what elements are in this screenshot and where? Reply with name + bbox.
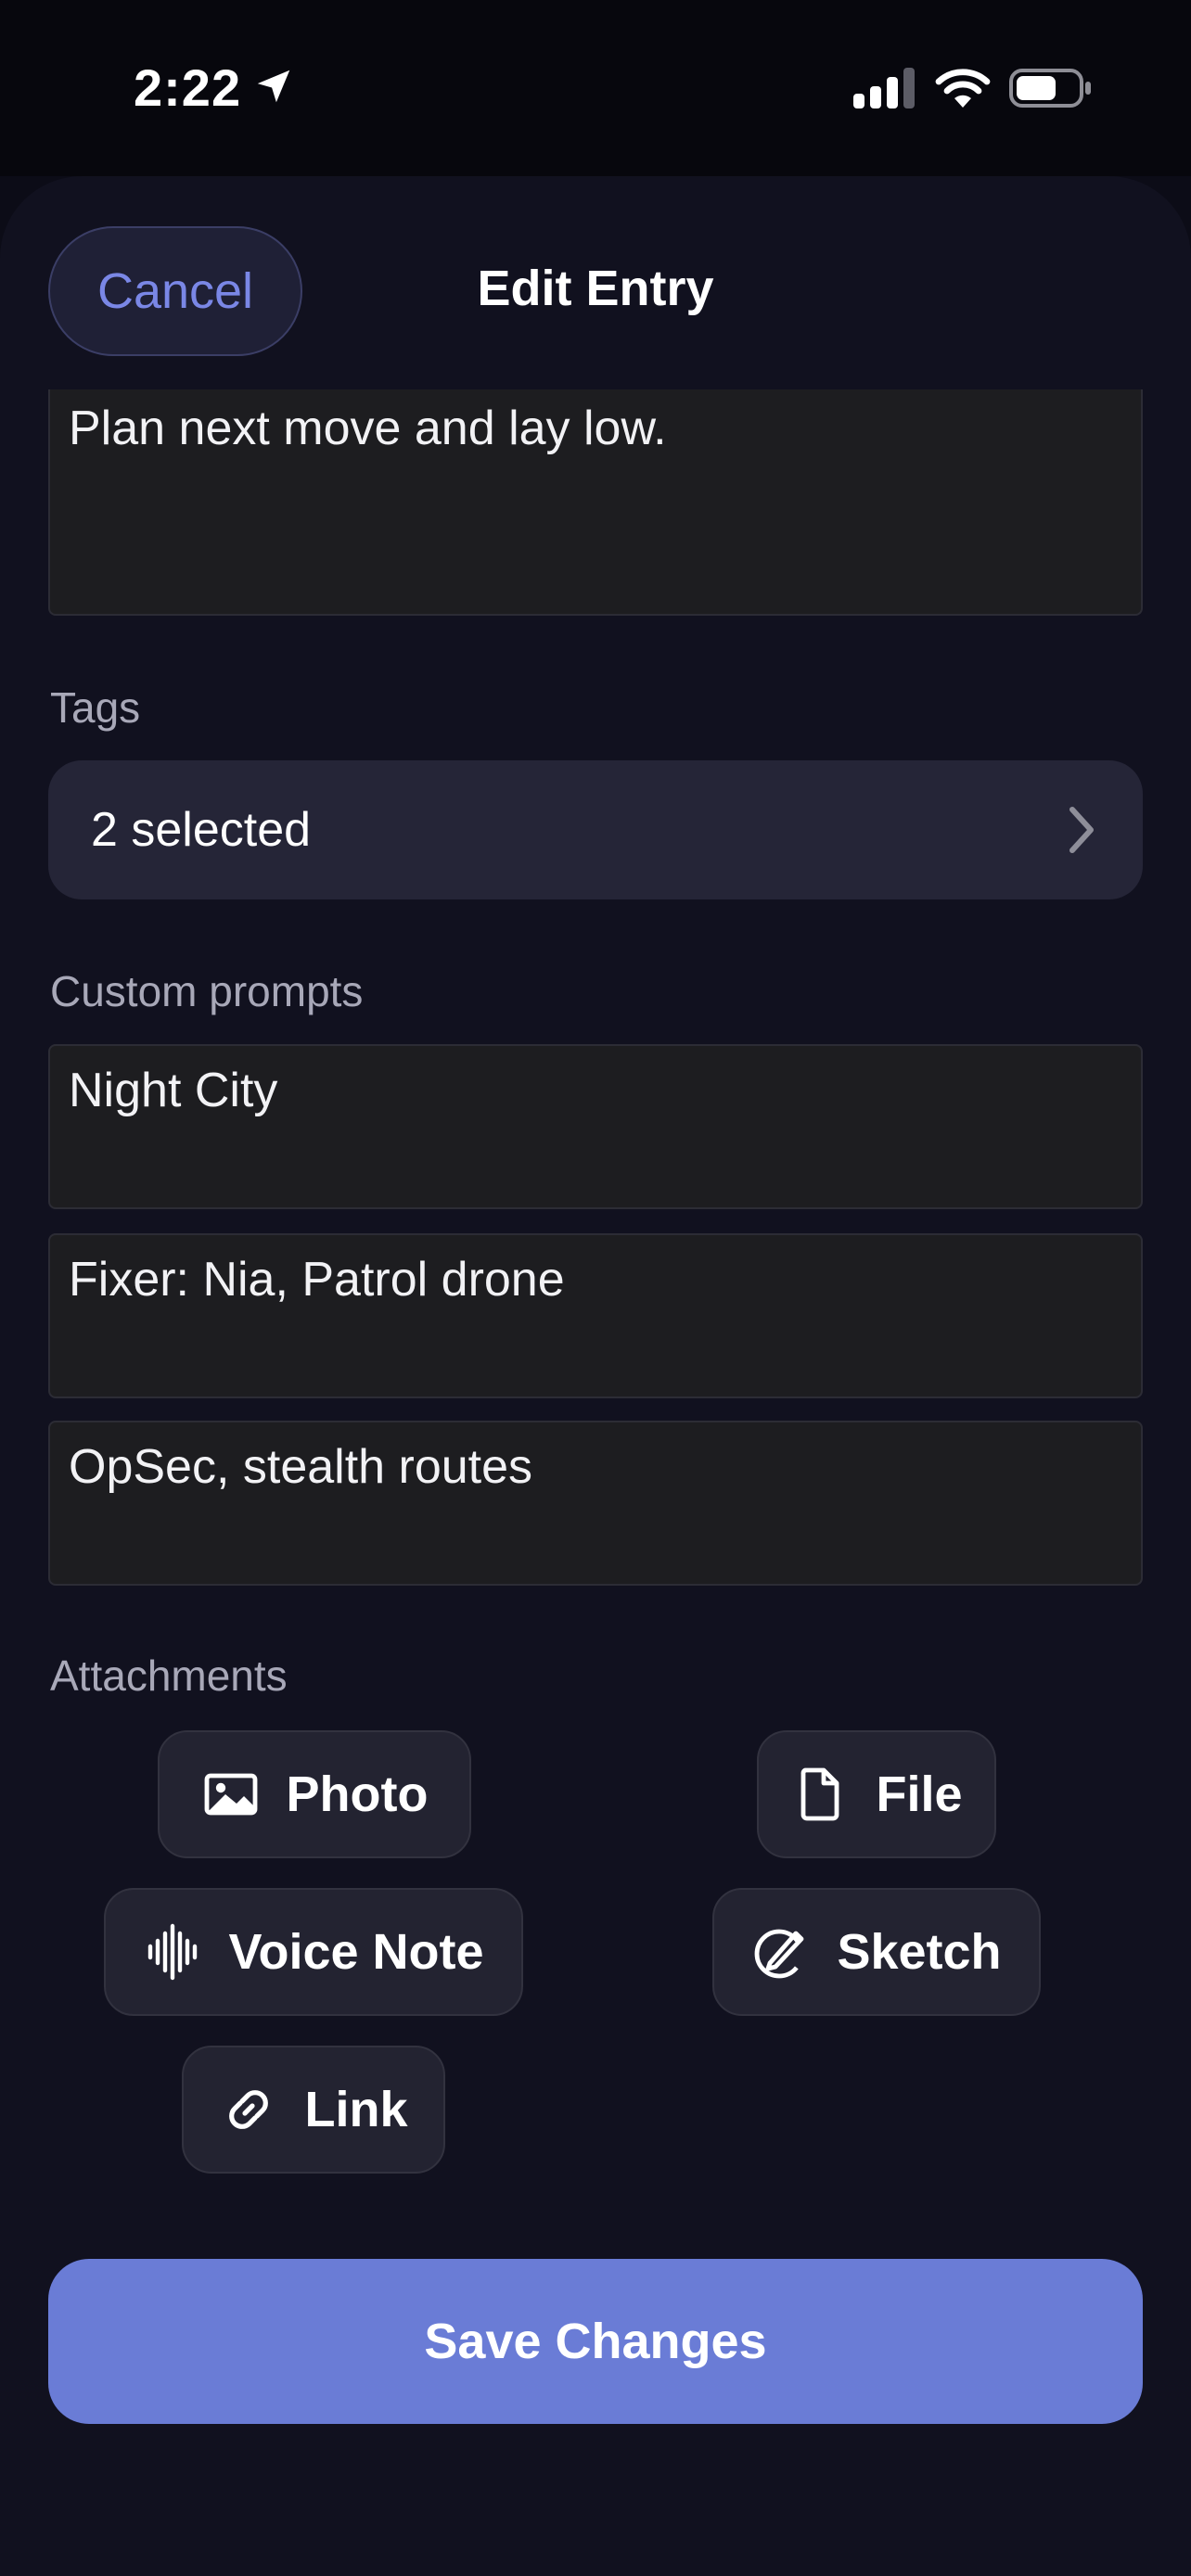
wifi-icon xyxy=(935,69,991,108)
waveform-icon xyxy=(148,1923,198,1981)
link-button[interactable]: Link xyxy=(182,2046,445,2174)
sketch-label: Sketch xyxy=(837,1924,1002,1980)
tags-selector[interactable]: 2 selected xyxy=(48,760,1143,899)
battery-icon xyxy=(1009,69,1091,108)
photo-icon xyxy=(204,1773,257,1816)
file-button[interactable]: File xyxy=(757,1730,996,1858)
pencil-tip-icon xyxy=(755,1929,804,1979)
custom-prompt-input-1[interactable]: Night City xyxy=(48,1044,1143,1209)
file-icon xyxy=(801,1767,839,1821)
save-changes-button[interactable]: Save Changes xyxy=(48,2259,1143,2424)
chevron-right-icon xyxy=(1069,807,1094,853)
status-bar: 2:22 xyxy=(0,0,1191,176)
photo-label: Photo xyxy=(286,1766,429,1822)
status-time: 2:22 xyxy=(134,58,242,117)
link-icon xyxy=(229,2090,269,2129)
link-label: Link xyxy=(304,2082,408,2137)
tags-value: 2 selected xyxy=(91,803,312,857)
file-label: File xyxy=(876,1766,963,1822)
custom-prompts-label: Custom prompts xyxy=(50,967,364,1015)
tags-label: Tags xyxy=(50,683,141,732)
photo-button[interactable]: Photo xyxy=(158,1730,471,1858)
cellular-signal-icon xyxy=(853,68,915,108)
custom-prompt-input-3[interactable]: OpSec, stealth routes xyxy=(48,1421,1143,1586)
voice-note-button[interactable]: Voice Note xyxy=(104,1888,523,2016)
sketch-button[interactable]: Sketch xyxy=(712,1888,1041,2016)
page-title: Edit Entry xyxy=(477,261,714,316)
location-arrow-icon xyxy=(257,70,290,103)
custom-prompt-input-2[interactable]: Fixer: Nia, Patrol drone xyxy=(48,1233,1143,1398)
notes-textarea[interactable]: Plan next move and lay low. xyxy=(48,389,1143,616)
attachments-label: Attachments xyxy=(50,1651,288,1700)
voice-note-label: Voice Note xyxy=(228,1924,484,1980)
